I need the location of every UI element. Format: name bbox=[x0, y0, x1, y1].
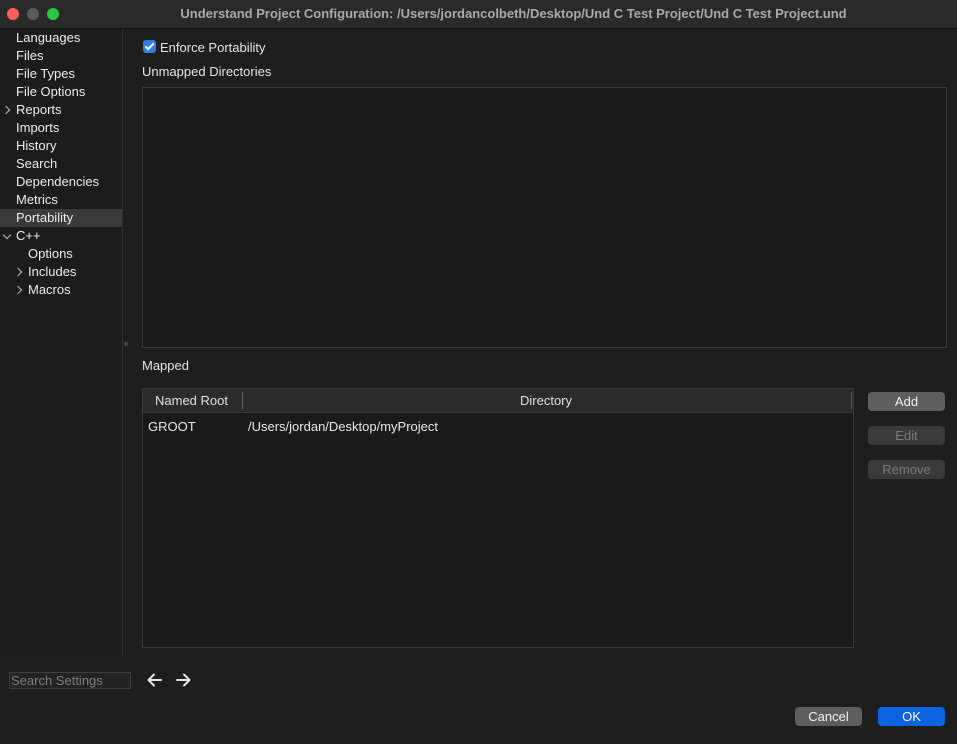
minimize-window-button[interactable] bbox=[27, 8, 39, 20]
remove-button[interactable]: Remove bbox=[868, 460, 945, 479]
chevron-right-icon[interactable] bbox=[1, 105, 11, 115]
column-divider[interactable] bbox=[242, 392, 243, 409]
directory-cell: /Users/jordan/Desktop/myProject bbox=[248, 419, 439, 434]
sidebar-item-label: History bbox=[16, 138, 57, 153]
cancel-button[interactable]: Cancel bbox=[795, 707, 862, 726]
enforce-portability-checkbox[interactable] bbox=[143, 40, 156, 53]
ok-button[interactable]: OK bbox=[878, 707, 945, 726]
column-divider[interactable] bbox=[851, 392, 852, 409]
mapped-heading: Mapped bbox=[142, 358, 189, 373]
sidebar-item-label: Includes bbox=[28, 264, 77, 279]
sidebar-item-reports[interactable]: Reports bbox=[0, 101, 122, 119]
sidebar-item-label: C++ bbox=[16, 228, 41, 243]
chevron-right-icon[interactable] bbox=[13, 267, 23, 277]
sidebar-item-label: File Types bbox=[16, 66, 76, 81]
sidebar-item-label: Languages bbox=[16, 30, 81, 45]
title-bar: Understand Project Configuration: /Users… bbox=[0, 0, 957, 29]
chevron-right-icon[interactable] bbox=[13, 285, 23, 295]
splitter-handle[interactable] bbox=[124, 342, 128, 346]
window-title: Understand Project Configuration: /Users… bbox=[180, 6, 847, 21]
checkmark-icon bbox=[144, 40, 155, 51]
sidebar-item-languages[interactable]: Languages bbox=[0, 29, 122, 47]
column-header-directory[interactable]: Directory bbox=[520, 393, 572, 408]
unmapped-directories-heading: Unmapped Directories bbox=[142, 64, 272, 79]
named-root-cell: GROOT bbox=[148, 419, 196, 434]
sidebar-item-includes[interactable]: Includes bbox=[0, 263, 122, 281]
sidebar-item-options[interactable]: Options bbox=[0, 245, 122, 263]
zoom-window-button[interactable] bbox=[47, 8, 59, 20]
table-row[interactable]: GROOT /Users/jordan/Desktop/myProject bbox=[143, 413, 853, 440]
sidebar-item-label: Files bbox=[16, 48, 44, 63]
sidebar-item-macros[interactable]: Macros bbox=[0, 281, 122, 299]
close-window-button[interactable] bbox=[7, 8, 19, 20]
sidebar-item-label: Imports bbox=[16, 120, 60, 135]
mapped-table[interactable]: Named Root Directory GROOT /Users/jordan… bbox=[142, 388, 854, 648]
sidebar-item-search[interactable]: Search bbox=[0, 155, 122, 173]
sidebar-item-label: File Options bbox=[16, 84, 86, 99]
sidebar-item-label: Macros bbox=[28, 282, 71, 297]
sidebar-item-label: Dependencies bbox=[16, 174, 100, 189]
search-settings-input[interactable] bbox=[9, 672, 131, 689]
edit-button[interactable]: Edit bbox=[868, 426, 945, 445]
sidebar-item-label: Portability bbox=[16, 210, 74, 225]
enforce-portability-label[interactable]: Enforce Portability bbox=[160, 40, 266, 55]
settings-sidebar: Languages Files File Types File Options … bbox=[0, 29, 123, 658]
sidebar-item-files[interactable]: Files bbox=[0, 47, 122, 65]
sidebar-item-dependencies[interactable]: Dependencies bbox=[0, 173, 122, 191]
table-header: Named Root Directory bbox=[143, 389, 853, 413]
sidebar-item-label: Metrics bbox=[16, 192, 58, 207]
chevron-down-icon[interactable] bbox=[2, 230, 12, 240]
sidebar-item-portability[interactable]: Portability bbox=[0, 209, 122, 227]
sidebar-item-label: Reports bbox=[16, 102, 62, 117]
column-header-named-root[interactable]: Named Root bbox=[155, 393, 228, 408]
sidebar-item-label: Options bbox=[28, 246, 73, 261]
sidebar-item-file-types[interactable]: File Types bbox=[0, 65, 122, 83]
arrow-left-icon[interactable] bbox=[146, 672, 162, 688]
sidebar-item-metrics[interactable]: Metrics bbox=[0, 191, 122, 209]
sidebar-item-imports[interactable]: Imports bbox=[0, 119, 122, 137]
sidebar-item-label: Search bbox=[16, 156, 58, 171]
unmapped-directories-list[interactable] bbox=[142, 87, 947, 348]
arrow-right-icon[interactable] bbox=[176, 672, 192, 688]
sidebar-item-cpp[interactable]: C++ bbox=[0, 227, 122, 245]
sidebar-item-file-options[interactable]: File Options bbox=[0, 83, 122, 101]
add-button[interactable]: Add bbox=[868, 392, 945, 411]
sidebar-item-history[interactable]: History bbox=[0, 137, 122, 155]
